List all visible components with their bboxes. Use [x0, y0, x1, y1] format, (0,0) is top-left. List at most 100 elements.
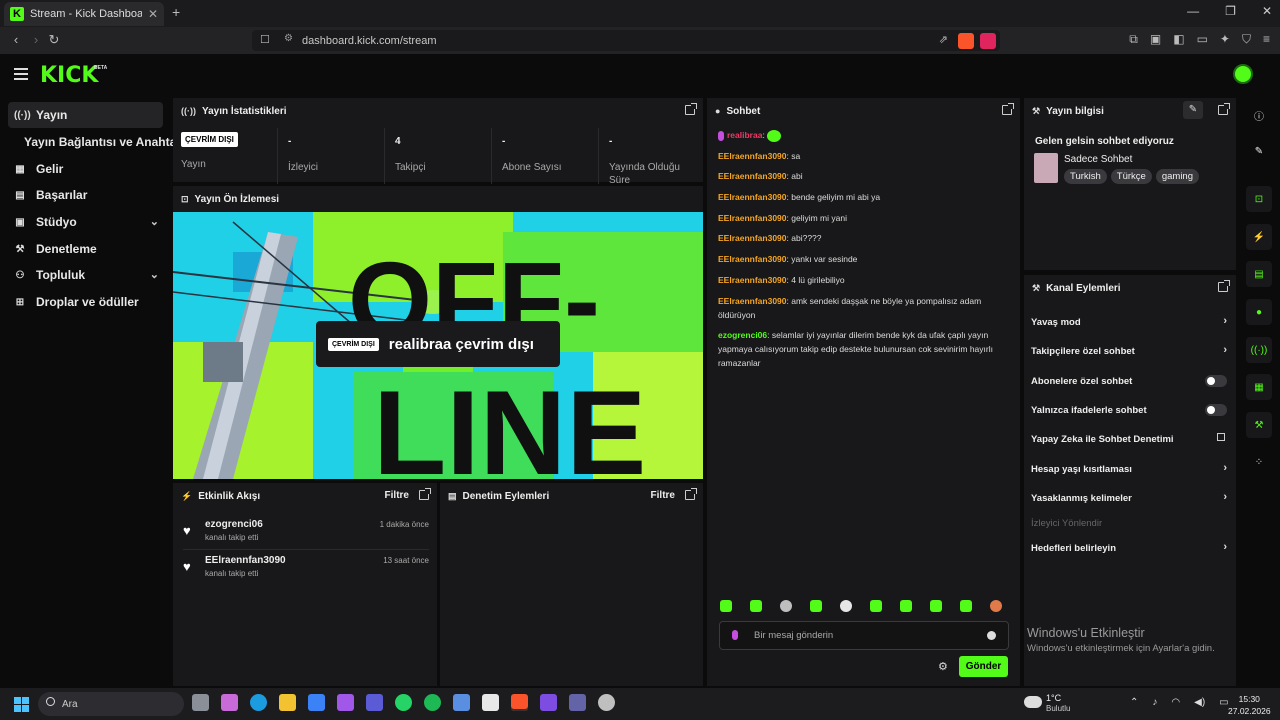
sidebar-item-yayin[interactable]: ((·)) Yayın: [8, 102, 163, 128]
store-icon[interactable]: [308, 694, 325, 711]
microphone-icon[interactable]: ♪: [1152, 697, 1157, 708]
chat-user[interactable]: EElraennfan3090: [718, 213, 787, 223]
moderation-panel-icon[interactable]: ▤: [1246, 261, 1272, 287]
activity-panel-icon[interactable]: ⚡: [1246, 224, 1272, 250]
volume-icon[interactable]: ◀): [1194, 697, 1205, 708]
hamburger-menu-icon[interactable]: [14, 68, 28, 80]
window-close-icon[interactable]: ✕: [1262, 4, 1272, 18]
brave-rewards-icon[interactable]: [980, 33, 996, 49]
emoji-picker-icon[interactable]: [987, 631, 996, 640]
minimize-icon[interactable]: —: [1187, 4, 1199, 18]
chat-user[interactable]: EElraennfan3090: [718, 151, 787, 161]
chat-user[interactable]: EElraennfan3090: [718, 192, 787, 202]
channel-actions-panel-icon[interactable]: ▦: [1246, 374, 1272, 400]
chat-user[interactable]: EElraennfan3090: [718, 275, 787, 285]
menu-icon[interactable]: ≡: [1263, 32, 1270, 47]
whatsapp-icon[interactable]: [395, 694, 412, 711]
expand-icon[interactable]: [685, 488, 697, 500]
close-tab-icon[interactable]: ✕: [148, 7, 158, 21]
emote-icon[interactable]: [870, 600, 882, 612]
category-name[interactable]: Sadece Sohbet: [1064, 154, 1132, 165]
windows-start-icon[interactable]: [14, 697, 29, 712]
emote-icon[interactable]: [930, 600, 942, 612]
media-icon[interactable]: [540, 694, 557, 711]
edge-icon[interactable]: [250, 694, 267, 711]
teams-icon[interactable]: [569, 694, 586, 711]
emote-icon[interactable]: [720, 600, 732, 612]
emote-icon[interactable]: [900, 600, 912, 612]
notepad-icon[interactable]: [453, 694, 470, 711]
sidebar-item-denetleme[interactable]: ⚒ Denetleme: [8, 236, 163, 262]
emote-icon[interactable]: [780, 600, 792, 612]
address-bar[interactable]: ☐ ⚙ dashboard.kick.com/stream ⇗: [252, 30, 1000, 51]
wrench-panel-icon[interactable]: ⚒: [1246, 412, 1272, 438]
vpn-icon[interactable]: ⛉: [1242, 32, 1251, 47]
wallet-icon[interactable]: ▭: [1197, 32, 1208, 47]
chat-user[interactable]: EElraennfan3090: [718, 254, 787, 264]
chat-panel-icon[interactable]: ●: [1246, 299, 1272, 325]
steam-icon[interactable]: [598, 694, 615, 711]
sidebar-item-gelir[interactable]: ▦ Gelir: [8, 156, 163, 182]
back-icon[interactable]: ‹: [6, 32, 26, 47]
app-icon[interactable]: [337, 694, 354, 711]
edit-pencil-icon[interactable]: ✎: [1183, 101, 1203, 119]
sidebar-toggle-icon[interactable]: ◧: [1173, 32, 1184, 47]
emote-icon[interactable]: [810, 600, 822, 612]
vpn-app-icon[interactable]: [366, 694, 383, 711]
chat-user[interactable]: EElraennfan3090: [718, 171, 787, 181]
brave-shield-icon[interactable]: [958, 33, 974, 49]
sidebar-item-topluluk[interactable]: ⚇ Topluluk ⌄: [8, 262, 163, 288]
file-explorer-icon[interactable]: [279, 694, 296, 711]
expand-icon[interactable]: [685, 103, 697, 115]
chat-user[interactable]: EElraennfan3090: [718, 233, 787, 243]
reload-icon[interactable]: ↻: [44, 32, 64, 48]
tag[interactable]: Turkish: [1064, 169, 1107, 184]
emote-icon[interactable]: [750, 600, 762, 612]
expand-icon[interactable]: [1218, 280, 1230, 292]
site-info-icon[interactable]: ⚙: [284, 33, 293, 44]
copilot-icon[interactable]: [221, 694, 238, 711]
bookmark-icon[interactable]: ☐: [260, 33, 270, 46]
leo-icon[interactable]: ✦: [1220, 32, 1230, 47]
channel-action-ai-moderation[interactable]: Yapay Zeka ile Sohbet Denetimi: [1031, 429, 1227, 449]
activity-user[interactable]: ezogrenci06: [205, 519, 263, 530]
filter-button[interactable]: Filtre: [651, 490, 675, 501]
user-avatar[interactable]: [1233, 64, 1253, 84]
forward-icon[interactable]: ›: [26, 32, 46, 47]
sidebar-item-basarilar[interactable]: ▤ Başarılar: [8, 182, 163, 208]
emote-icon[interactable]: [990, 600, 1002, 612]
kick-logo[interactable]: KICK: [40, 63, 98, 88]
channel-action-account-age[interactable]: Hesap yaşı kısıtlaması ›: [1031, 459, 1227, 479]
tabs-icon[interactable]: ▣: [1150, 32, 1161, 47]
send-button[interactable]: Gönder: [959, 656, 1008, 677]
filter-button[interactable]: Filtre: [385, 490, 409, 501]
chat-settings-gear-icon[interactable]: ⚙: [938, 660, 948, 673]
spotify-icon[interactable]: [424, 694, 441, 711]
info-icon[interactable]: ⓘ: [1246, 102, 1272, 128]
taskbar-clock[interactable]: 15:30 27.02.2026: [1228, 693, 1271, 717]
sidebar-item-stream-key[interactable]: Yayın Bağlantısı ve Anahtarı: [8, 129, 184, 155]
wifi-icon[interactable]: ◠: [1171, 697, 1180, 708]
capcut-icon[interactable]: [482, 694, 499, 711]
edit-icon[interactable]: ✎: [1246, 138, 1272, 164]
sidebar-item-droplar[interactable]: ⊞ Droplar ve ödüller: [8, 289, 163, 315]
expand-icon[interactable]: [1218, 103, 1230, 115]
channel-action-followers-only[interactable]: Takipçilere özel sohbet ›: [1031, 341, 1227, 361]
share-icon[interactable]: ⇗: [939, 33, 948, 46]
brave-icon[interactable]: [511, 694, 528, 711]
task-view-icon[interactable]: [192, 694, 209, 711]
emote-icon[interactable]: [840, 600, 852, 612]
chat-user[interactable]: realibraa: [727, 130, 762, 140]
tray-chevron-icon[interactable]: ⌃: [1130, 697, 1138, 708]
new-tab-icon[interactable]: +: [172, 4, 180, 20]
channel-action-banned-words[interactable]: Yasaklanmış kelimeler ›: [1031, 488, 1227, 508]
browser-tab[interactable]: K Stream - Kick Dashboard ✕: [4, 2, 164, 26]
channel-action-goals[interactable]: Hedefleri belirleyin ›: [1031, 538, 1227, 558]
taskbar-search[interactable]: Ara: [38, 692, 184, 716]
channel-action-slow-mode[interactable]: Yavaş mod ›: [1031, 312, 1227, 332]
chat-user[interactable]: ezogrenci06: [718, 330, 767, 340]
sidebar-item-studyo[interactable]: ▣ Stüdyo ⌄: [8, 209, 163, 235]
emotes-only-toggle[interactable]: [1205, 404, 1227, 416]
expand-icon[interactable]: [1002, 103, 1014, 115]
more-panels-icon[interactable]: ⁘: [1246, 449, 1272, 475]
